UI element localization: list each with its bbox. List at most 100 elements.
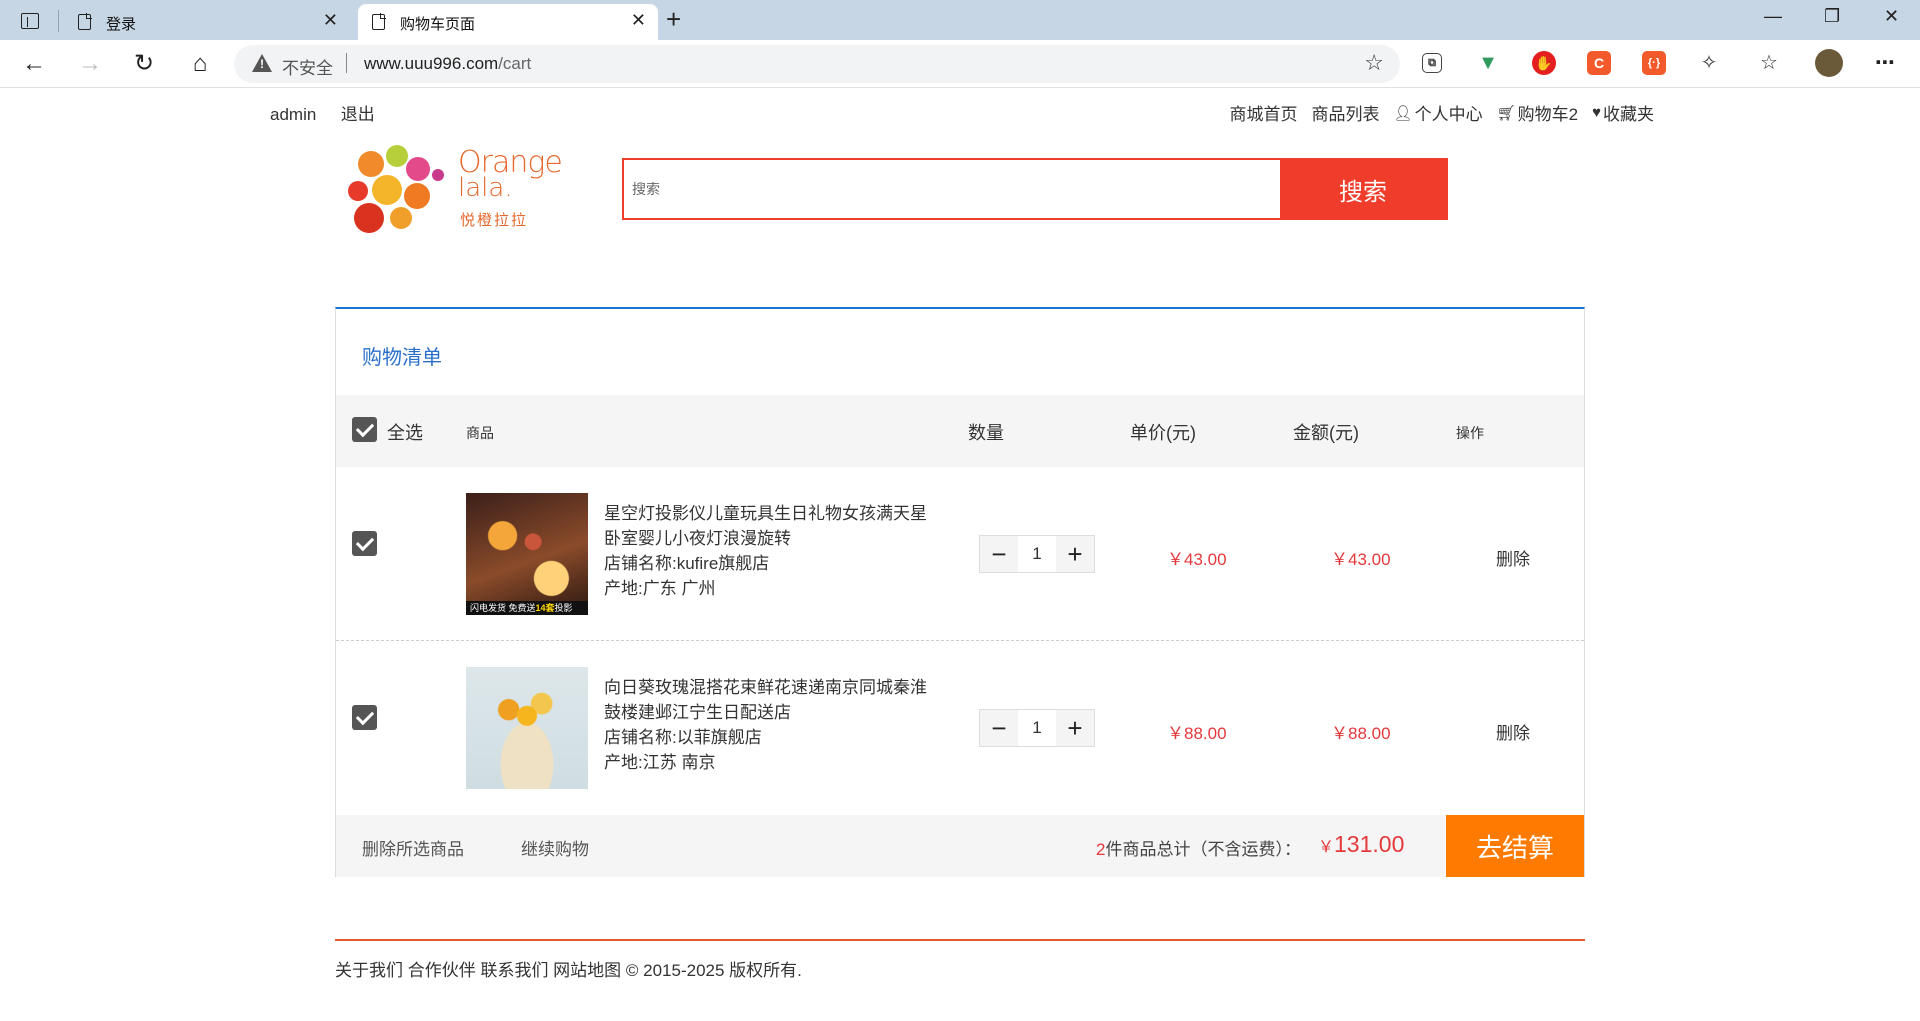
warning-icon — [252, 54, 272, 72]
profile-avatar[interactable] — [1815, 49, 1843, 77]
cart-item-row: 向日葵玫瑰混搭花束鲜花速递南京同城秦淮鼓楼建邺江宁生日配送店 店铺名称:以菲旗舰… — [336, 641, 1584, 815]
item-amount: ￥88.00 — [1331, 724, 1391, 743]
nav-home-link[interactable]: 商城首页 — [1230, 100, 1298, 125]
product-name[interactable]: 星空灯投影仪儿童玩具生日礼物女孩满天星卧室婴儿小夜灯浪漫旋转 — [604, 501, 934, 551]
cart-header-row: 全选 商品 数量 单价(元) 金额(元) 操作 — [336, 395, 1584, 467]
cart-icon: 🛒︎ — [1496, 104, 1516, 122]
image-badge: 闪电发货 免费送14套投影 — [466, 601, 588, 615]
logo-text-lala: lala. — [458, 173, 513, 203]
tab-cart[interactable]: 购物车页面 ✕ — [358, 4, 658, 40]
product-shop: 店铺名称:kufire旗舰店 — [604, 554, 770, 573]
product-description: 向日葵玫瑰混搭花束鲜花速递南京同城秦淮鼓楼建邺江宁生日配送店 店铺名称:以菲旗舰… — [604, 675, 934, 775]
url-path: /cart — [498, 54, 532, 73]
restore-icon[interactable]: ❐ — [1824, 6, 1840, 27]
minimize-icon[interactable]: — — [1764, 6, 1782, 27]
home-icon[interactable]: ⌂ — [184, 48, 216, 80]
cart-summary-bar: 删除所选商品 继续购物 2件商品总计（不含运费）： ￥131.00 去结算 — [336, 815, 1584, 877]
continue-shopping-link[interactable]: 继续购物 — [521, 835, 589, 860]
quantity-stepper: − 1 + — [979, 535, 1095, 573]
increase-button[interactable]: + — [1056, 710, 1094, 746]
decrease-button[interactable]: − — [980, 710, 1018, 746]
quantity-input[interactable]: 1 — [1018, 536, 1056, 572]
total-label: 2件商品总计（不含运费）： — [1096, 835, 1301, 860]
product-description: 星空灯投影仪儿童玩具生日礼物女孩满天星卧室婴儿小夜灯浪漫旋转 店铺名称:kufi… — [604, 501, 934, 601]
nav-favorites-link[interactable]: ♥ 收藏夹 — [1592, 100, 1654, 125]
nav-cart-label: 购物车2 — [1517, 105, 1579, 124]
json-extension-icon[interactable]: {·} — [1642, 51, 1666, 75]
item-checkbox[interactable] — [352, 531, 377, 556]
header-actions: 操作 — [1456, 425, 1484, 441]
logo-dot — [404, 183, 430, 209]
image-badge-left: 闪电发货 免费送 — [470, 603, 536, 613]
search-input[interactable] — [624, 160, 1280, 218]
product-name[interactable]: 向日葵玫瑰混搭花束鲜花速递南京同城秦淮鼓楼建邺江宁生日配送店 — [604, 675, 934, 725]
search-button[interactable]: 搜索 — [1280, 160, 1446, 218]
browser-tab-strip: 登录 ✕ 购物车页面 ✕ + — ❐ ✕ — [0, 0, 1920, 40]
quantity-input[interactable]: 1 — [1018, 710, 1056, 746]
url-text[interactable]: www.uuu996.com/cart — [364, 54, 531, 74]
heart-icon: ♥ — [1592, 104, 1601, 121]
page-icon — [78, 13, 92, 30]
unit-price: ￥88.00 — [1167, 724, 1227, 743]
tab-title: 购物车页面 — [400, 16, 476, 33]
username: admin — [270, 105, 317, 124]
logo-dot — [390, 207, 412, 229]
decrease-button[interactable]: − — [980, 536, 1018, 572]
header-quantity: 数量 — [968, 423, 1004, 443]
user-info: admin 退出 — [270, 100, 375, 125]
site-logo[interactable]: Orange lala. 悦橙拉拉 — [346, 141, 563, 236]
back-icon[interactable]: ← — [18, 48, 50, 80]
window-close-icon[interactable]: ✕ — [1884, 6, 1899, 27]
nav-profile-label: 个人中心 — [1414, 105, 1483, 124]
close-icon[interactable]: ✕ — [323, 10, 338, 31]
item-amount: ￥43.00 — [1331, 550, 1391, 569]
logo-dot — [348, 181, 368, 201]
delete-link[interactable]: 删除 — [1496, 545, 1530, 570]
page-content: admin 退出 商城首页 商品列表 👤︎ 个人中心 🛒︎ 购物车2 ♥ 收藏夹 Or… — [0, 88, 1920, 1021]
extensions-icon[interactable]: ✧ — [1697, 51, 1721, 75]
total-amount: ￥131.00 — [1318, 831, 1404, 858]
address-divider — [346, 53, 347, 73]
delete-selected-link[interactable]: 删除所选商品 — [362, 835, 464, 860]
logo-dot — [406, 157, 430, 181]
site-footer: 关于我们 合作伙伴 联系我们 网站地图 © 2015-2025 版权所有. — [335, 961, 802, 980]
insecure-label[interactable]: 不安全 — [282, 54, 333, 79]
select-all-checkbox[interactable] — [352, 417, 377, 442]
item-checkbox[interactable] — [352, 705, 377, 730]
nav-products-link[interactable]: 商品列表 — [1312, 100, 1380, 125]
footer-divider — [335, 939, 1585, 941]
url-host: www.uuu996.com — [364, 54, 499, 73]
page-icon — [372, 13, 386, 30]
total-label-text: 件商品总计（不含运费）： — [1105, 840, 1301, 859]
refresh-icon[interactable]: ↻ — [128, 48, 160, 80]
cart-panel: 购物清单 全选 商品 数量 单价(元) 金额(元) 操作 闪电发货 免费送14套… — [335, 307, 1585, 877]
header-product: 商品 — [466, 425, 494, 441]
adblock-icon[interactable]: ✋ — [1532, 51, 1556, 75]
nav-favorites-label: 收藏夹 — [1603, 105, 1654, 124]
csdn-extension-icon[interactable]: C — [1587, 51, 1611, 75]
vue-devtools-icon[interactable]: ▼ — [1476, 51, 1500, 75]
nav-profile-link[interactable]: 👤︎ 个人中心 — [1394, 100, 1483, 125]
browser-toolbar: ← → ↻ ⌂ 不安全 www.uuu996.com/cart ☆ ⧉ ▼ ✋ … — [0, 40, 1920, 88]
increase-button[interactable]: + — [1056, 536, 1094, 572]
collections-icon[interactable]: ⧉ — [1422, 53, 1442, 73]
product-image[interactable]: 闪电发货 免费送14套投影 — [466, 493, 588, 615]
favorites-icon[interactable]: ☆ — [1757, 51, 1781, 75]
nav-cart-link[interactable]: 🛒︎ 购物车2 — [1497, 100, 1579, 125]
checkout-button[interactable]: 去结算 — [1446, 815, 1584, 877]
delete-link[interactable]: 删除 — [1496, 719, 1530, 744]
close-icon[interactable]: ✕ — [631, 10, 646, 31]
product-origin: 产地:江苏 南京 — [604, 753, 716, 772]
forward-icon[interactable]: → — [74, 48, 106, 80]
select-all-label[interactable]: 全选 — [387, 419, 423, 445]
new-tab-icon[interactable]: + — [666, 4, 681, 35]
product-image[interactable] — [466, 667, 588, 789]
address-bar[interactable]: 不安全 www.uuu996.com/cart ☆ — [234, 45, 1400, 83]
tab-actions-icon[interactable] — [16, 8, 42, 34]
add-favorite-icon[interactable]: ☆ — [1364, 50, 1384, 76]
tab-login[interactable]: 登录 ✕ — [64, 4, 350, 40]
logo-dot — [358, 151, 384, 177]
logout-link[interactable]: 退出 — [341, 105, 375, 124]
header-amount: 金额(元) — [1293, 423, 1359, 443]
more-menu-icon[interactable]: ⋯ — [1873, 51, 1897, 75]
